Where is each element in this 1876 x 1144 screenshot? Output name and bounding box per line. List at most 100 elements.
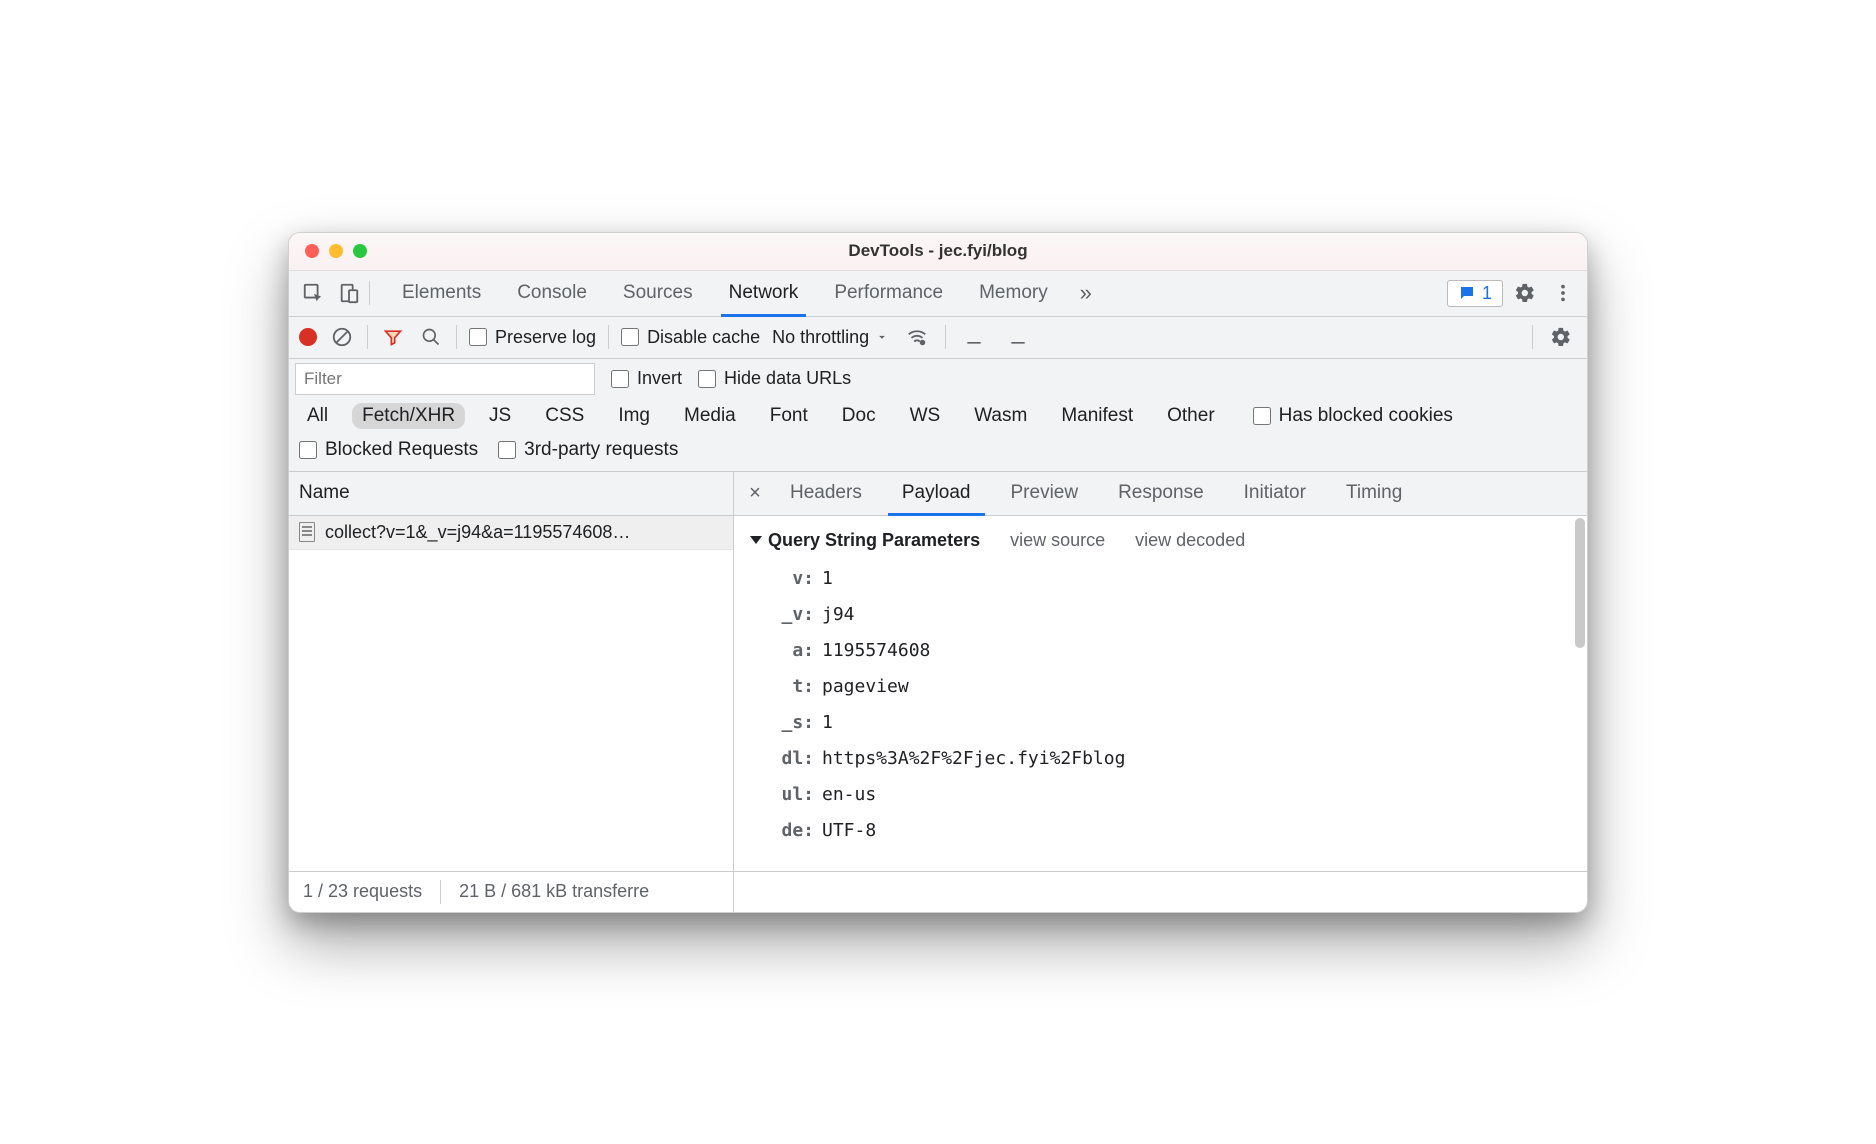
type-filter-ws[interactable]: WS	[900, 403, 951, 429]
preserve-log-label: Preserve log	[495, 327, 596, 348]
param-value: https%3A%2F%2Fjec.fyi%2Fblog	[822, 741, 1125, 777]
param-value: 1195574608	[822, 633, 930, 669]
hide-data-urls-checkbox[interactable]: Hide data URLs	[698, 368, 851, 389]
requests-list: collect?v=1&_v=j94&a=1195574608…	[289, 516, 733, 871]
throttling-select[interactable]: No throttling	[772, 327, 889, 348]
inspect-element-icon[interactable]	[297, 277, 329, 309]
type-filter-all[interactable]: All	[297, 403, 338, 429]
window-title: DevTools - jec.fyi/blog	[289, 241, 1587, 261]
param-key: dl:	[780, 741, 814, 777]
network-conditions-icon[interactable]	[901, 321, 933, 353]
hide-data-urls-label: Hide data URLs	[724, 368, 851, 389]
param-key: v:	[780, 561, 814, 597]
param-value: j94	[822, 597, 855, 633]
type-filter-img[interactable]: Img	[608, 403, 660, 429]
view-decoded-link[interactable]: view decoded	[1135, 530, 1245, 551]
param-key: ul:	[780, 777, 814, 813]
filter-input[interactable]	[295, 363, 595, 395]
detail-tab-preview[interactable]: Preview	[991, 472, 1099, 515]
param-key: t:	[780, 669, 814, 705]
view-source-link[interactable]: view source	[1010, 530, 1105, 551]
param-row: a:1195574608	[780, 633, 1571, 669]
device-toolbar-icon[interactable]	[333, 277, 365, 309]
devtools-window: DevTools - jec.fyi/blog ElementsConsoleS…	[288, 232, 1588, 913]
third-party-input[interactable]	[498, 441, 516, 459]
divider	[367, 325, 368, 349]
third-party-label: 3rd-party requests	[524, 439, 678, 461]
invert-checkbox[interactable]: Invert	[611, 368, 682, 389]
param-key: _v:	[780, 597, 814, 633]
has-blocked-cookies-checkbox[interactable]: Has blocked cookies	[1253, 405, 1453, 427]
type-filter-wasm[interactable]: Wasm	[964, 403, 1037, 429]
type-filter-js[interactable]: JS	[479, 403, 521, 429]
type-filter-manifest[interactable]: Manifest	[1051, 403, 1143, 429]
record-button[interactable]	[299, 328, 317, 346]
query-params-toggle[interactable]: Query String Parameters	[750, 530, 980, 551]
tab-sources[interactable]: Sources	[605, 271, 711, 316]
detail-tabs: × HeadersPayloadPreviewResponseInitiator…	[734, 472, 1587, 516]
export-har-icon[interactable]	[1002, 321, 1034, 353]
blocked-requests-checkbox[interactable]: Blocked Requests	[299, 439, 478, 461]
scrollbar-thumb[interactable]	[1575, 518, 1585, 648]
detail-tab-headers[interactable]: Headers	[770, 472, 882, 515]
disable-cache-input[interactable]	[621, 328, 639, 346]
request-name: collect?v=1&_v=j94&a=1195574608…	[325, 522, 630, 543]
disable-cache-checkbox[interactable]: Disable cache	[621, 327, 760, 348]
network-toolbar: Preserve log Disable cache No throttling	[289, 317, 1587, 359]
param-value: UTF-8	[822, 813, 876, 849]
type-filter-css[interactable]: CSS	[535, 403, 594, 429]
close-detail-icon[interactable]: ×	[740, 482, 770, 505]
type-filter-other[interactable]: Other	[1157, 403, 1225, 429]
more-tabs-button[interactable]: »	[1070, 277, 1102, 309]
request-row[interactable]: collect?v=1&_v=j94&a=1195574608…	[289, 516, 733, 550]
issues-badge[interactable]: 1	[1447, 280, 1503, 307]
blocked-requests-input[interactable]	[299, 441, 317, 459]
type-filter-bar: All Fetch/XHR JS CSS Img Media Font Doc WS Wasm Ma…	[289, 399, 1587, 433]
detail-tab-response[interactable]: Response	[1098, 472, 1224, 515]
type-filter-font[interactable]: Font	[760, 403, 818, 429]
third-party-checkbox[interactable]: 3rd-party requests	[498, 439, 678, 461]
import-har-icon[interactable]	[958, 321, 990, 353]
detail-tab-timing[interactable]: Timing	[1326, 472, 1422, 515]
detail-tab-payload[interactable]: Payload	[882, 472, 991, 515]
detail-tab-initiator[interactable]: Initiator	[1224, 472, 1326, 515]
type-filter-media[interactable]: Media	[674, 403, 746, 429]
invert-label: Invert	[637, 368, 682, 389]
tab-elements[interactable]: Elements	[384, 271, 499, 316]
type-filter-doc[interactable]: Doc	[832, 403, 886, 429]
close-window-button[interactable]	[305, 244, 319, 258]
tab-network[interactable]: Network	[711, 271, 817, 316]
preserve-log-checkbox[interactable]: Preserve log	[469, 327, 596, 348]
param-row: ul:en-us	[780, 777, 1571, 813]
payload-body: Query String Parameters view source view…	[734, 516, 1587, 871]
disable-cache-label: Disable cache	[647, 327, 760, 348]
tab-memory[interactable]: Memory	[961, 271, 1066, 316]
hide-data-urls-input[interactable]	[698, 370, 716, 388]
footer-transferred: 21 B / 681 kB transferre	[459, 881, 649, 902]
zoom-window-button[interactable]	[353, 244, 367, 258]
has-blocked-cookies-input[interactable]	[1253, 407, 1271, 425]
network-settings-icon[interactable]	[1545, 321, 1577, 353]
clear-icon[interactable]	[329, 324, 355, 350]
search-icon[interactable]	[418, 324, 444, 350]
param-row: _v:j94	[780, 597, 1571, 633]
chevron-down-icon	[875, 330, 889, 344]
has-blocked-cookies-label: Has blocked cookies	[1279, 405, 1453, 427]
tab-performance[interactable]: Performance	[816, 271, 961, 316]
divider	[456, 325, 457, 349]
traffic-lights	[289, 244, 367, 258]
preserve-log-input[interactable]	[469, 328, 487, 346]
minimize-window-button[interactable]	[329, 244, 343, 258]
status-footer: 1 / 23 requests 21 B / 681 kB transferre	[289, 872, 734, 912]
kebab-menu-icon[interactable]	[1547, 277, 1579, 309]
type-filter-fetch-xhr[interactable]: Fetch/XHR	[352, 403, 465, 429]
gear-icon[interactable]	[1509, 277, 1541, 309]
tab-console[interactable]: Console	[499, 271, 605, 316]
footer-requests: 1 / 23 requests	[303, 881, 422, 902]
throttling-value: No throttling	[772, 327, 869, 348]
query-params-title: Query String Parameters	[768, 530, 980, 551]
filter-icon[interactable]	[380, 324, 406, 350]
requests-name-header[interactable]: Name	[289, 472, 733, 516]
invert-input[interactable]	[611, 370, 629, 388]
param-row: t:pageview	[780, 669, 1571, 705]
